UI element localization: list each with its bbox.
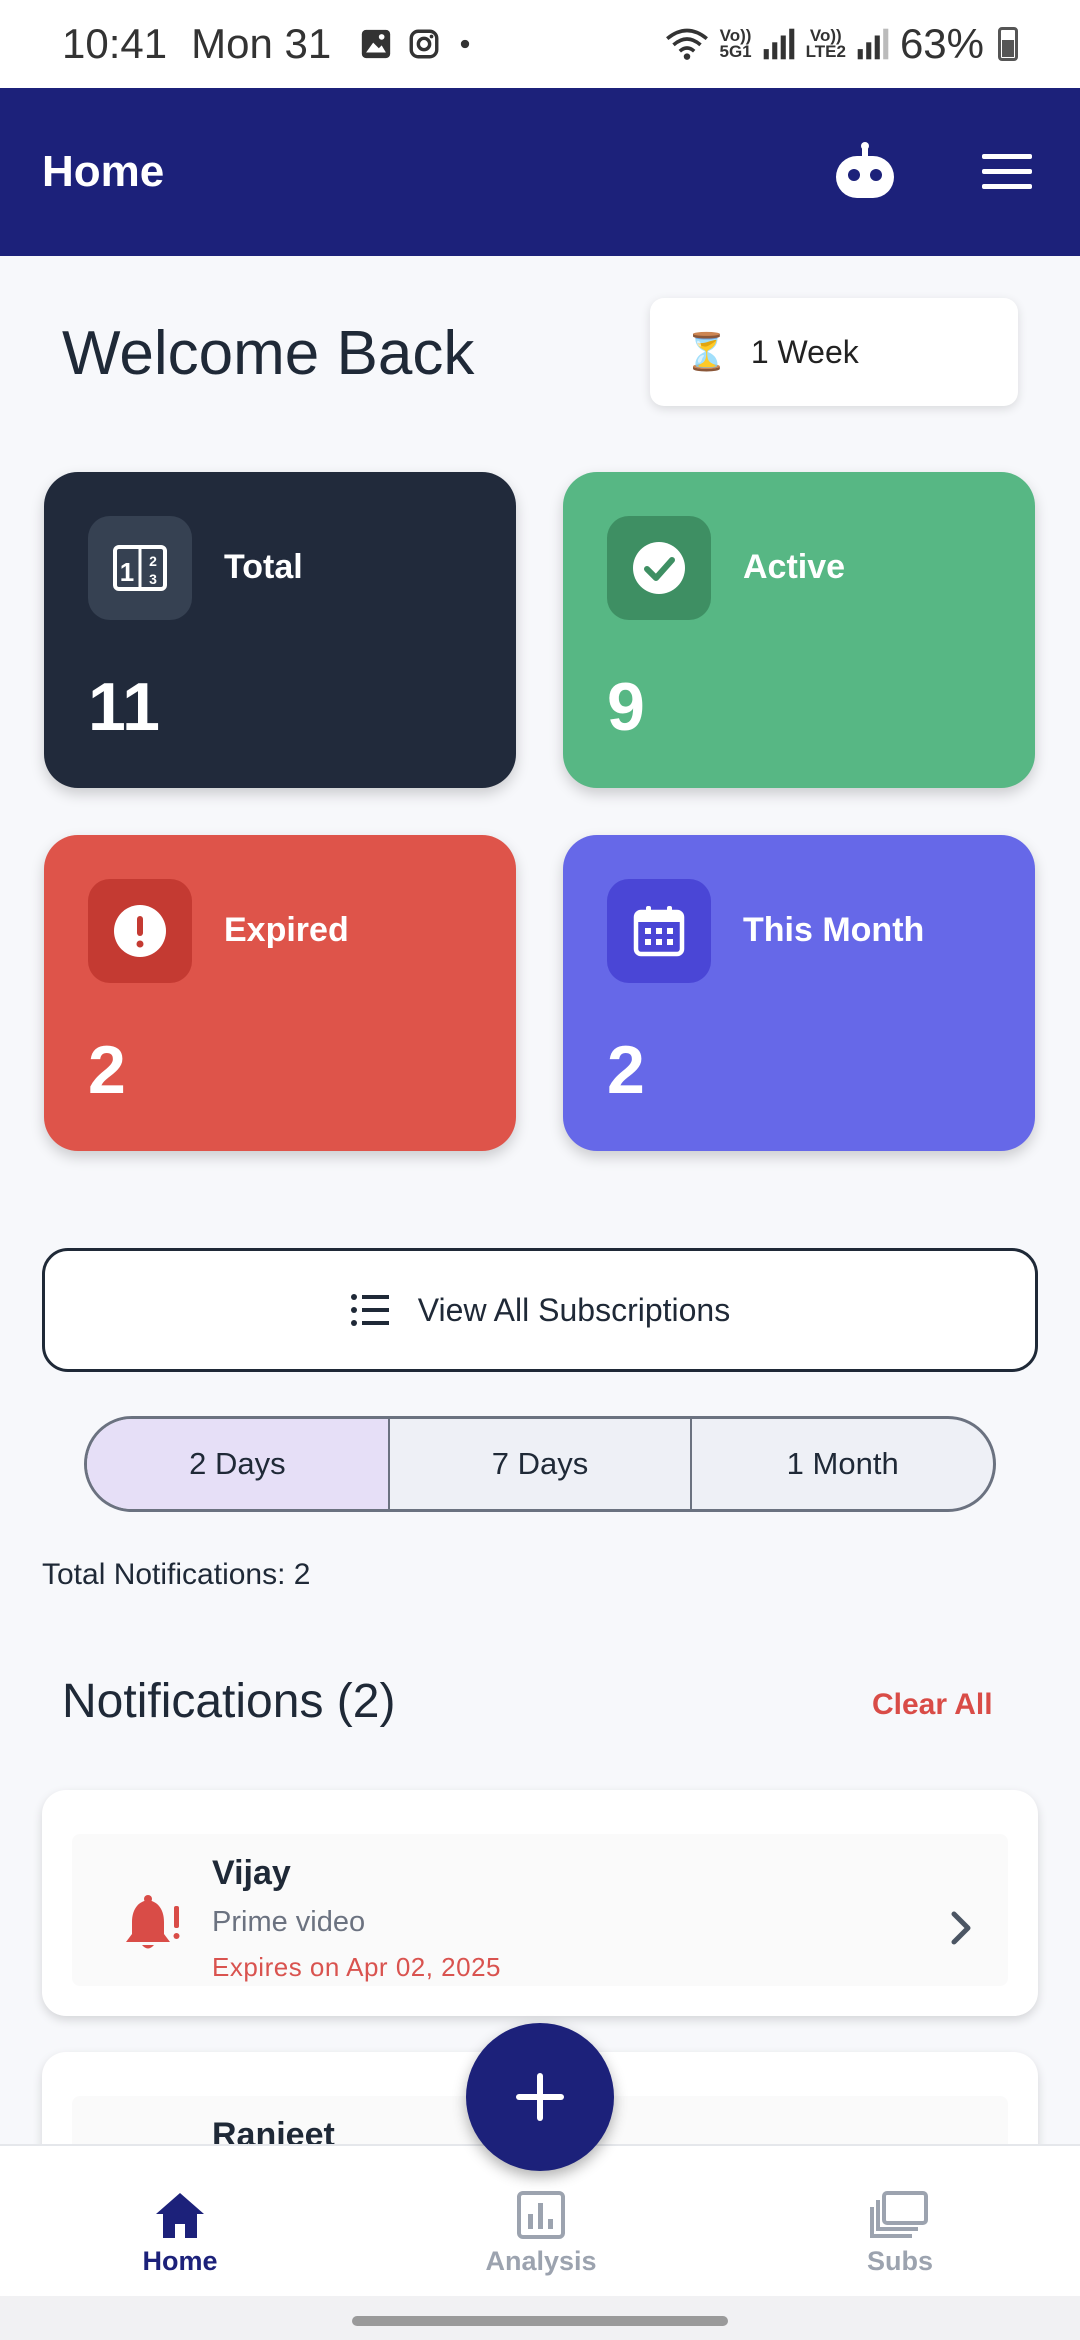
alert-circle-icon — [88, 879, 192, 983]
notification-range-filter: 2 Days 7 Days 1 Month — [84, 1416, 996, 1512]
notifications-heading: Notifications (2) — [62, 1675, 396, 1728]
status-time: 10:41 — [62, 20, 168, 67]
svg-text:3: 3 — [149, 571, 157, 587]
notification-dot-icon — [461, 39, 470, 49]
nav-home-label: Home — [142, 2246, 218, 2276]
bar-chart-icon — [517, 2191, 565, 2239]
stacked-cards-icon — [870, 2191, 928, 2238]
battery-percent: 63% — [899, 20, 984, 67]
stat-value-expired: 2 — [88, 1032, 126, 1108]
stat-label-total: Total — [224, 548, 303, 586]
stat-card-active[interactable]: Active 9 — [563, 472, 1035, 788]
notification-expiry: Expires on Apr 02, 2025 — [212, 1952, 502, 1982]
stat-label-active: Active — [743, 548, 846, 586]
stat-card-total[interactable]: 12 3 Total 11 — [44, 472, 516, 788]
status-bar: 10:41 Mon 31 Vo)) 5G1 Vo)) LTE2 63% — [0, 0, 1080, 88]
svg-text:1: 1 — [120, 557, 134, 587]
bell-alert-icon — [126, 1895, 180, 1949]
nav-analysis-label: Analysis — [485, 2246, 597, 2276]
robot-icon[interactable] — [830, 142, 900, 202]
wifi-icon — [666, 28, 709, 60]
hamburger-menu-icon[interactable] — [980, 150, 1034, 194]
add-subscription-button[interactable] — [466, 2023, 614, 2171]
signal-2-icon — [857, 28, 889, 60]
network-2-label: Vo)) LTE2 — [805, 26, 846, 61]
filter-2-days[interactable]: 2 Days — [87, 1419, 388, 1509]
status-date: Mon 31 — [191, 20, 332, 67]
chevron-right-icon[interactable] — [942, 1898, 982, 1958]
stat-label-expired: Expired — [224, 911, 349, 949]
notification-card[interactable]: Vijay Prime video Expires on Apr 02, 202… — [42, 1790, 1038, 2016]
nav-analysis[interactable]: Analysis — [441, 2190, 641, 2277]
app-bar: Home — [0, 88, 1080, 256]
stat-value-this-month: 2 — [607, 1032, 645, 1108]
view-all-label: View All Subscriptions — [417, 1291, 731, 1328]
network-1-label: Vo)) 5G1 — [719, 26, 752, 61]
plus-icon — [516, 2073, 564, 2121]
check-circle-icon — [607, 516, 711, 620]
filter-1-month[interactable]: 1 Month — [690, 1419, 993, 1509]
list-icon — [350, 1294, 389, 1326]
stat-card-this-month[interactable]: This Month 2 — [563, 835, 1035, 1151]
stat-value-active: 9 — [607, 669, 645, 745]
battery-icon — [998, 27, 1018, 61]
welcome-heading: Welcome Back — [62, 319, 475, 388]
nav-home[interactable]: Home — [80, 2190, 280, 2277]
stat-card-expired[interactable]: Expired 2 — [44, 835, 516, 1151]
nav-subs-label: Subs — [866, 2246, 933, 2276]
stat-label-this-month: This Month — [743, 911, 925, 949]
gesture-handle[interactable] — [352, 2316, 728, 2326]
period-label: 1 Week — [750, 333, 859, 370]
view-all-subscriptions-button[interactable]: View All Subscriptions — [42, 1248, 1038, 1372]
home-icon — [156, 2193, 204, 2238]
filter-7-days[interactable]: 7 Days — [387, 1419, 691, 1509]
total-notifications-text: Total Notifications: 2 — [42, 1558, 311, 1591]
svg-text:2: 2 — [149, 553, 157, 569]
calendar-icon — [607, 879, 711, 983]
hourglass-icon: ⏳ — [684, 331, 729, 372]
notification-card-body: Vijay Prime video Expires on Apr 02, 202… — [72, 1834, 1008, 1986]
notification-name: Vijay — [212, 1854, 291, 1892]
stat-value-total: 11 — [88, 669, 160, 745]
page-title: Home — [42, 147, 165, 196]
counter-icon: 12 3 — [88, 516, 192, 620]
gesture-area — [0, 2296, 1080, 2340]
period-selector[interactable]: ⏳ 1 Week — [650, 298, 1018, 406]
instagram-icon — [409, 29, 439, 59]
nav-subs[interactable]: Subs — [800, 2190, 1000, 2277]
signal-1-icon — [763, 28, 794, 60]
gallery-icon — [362, 29, 391, 59]
notification-service: Prime video — [212, 1906, 366, 1938]
clear-all-button[interactable]: Clear All — [872, 1688, 993, 1722]
